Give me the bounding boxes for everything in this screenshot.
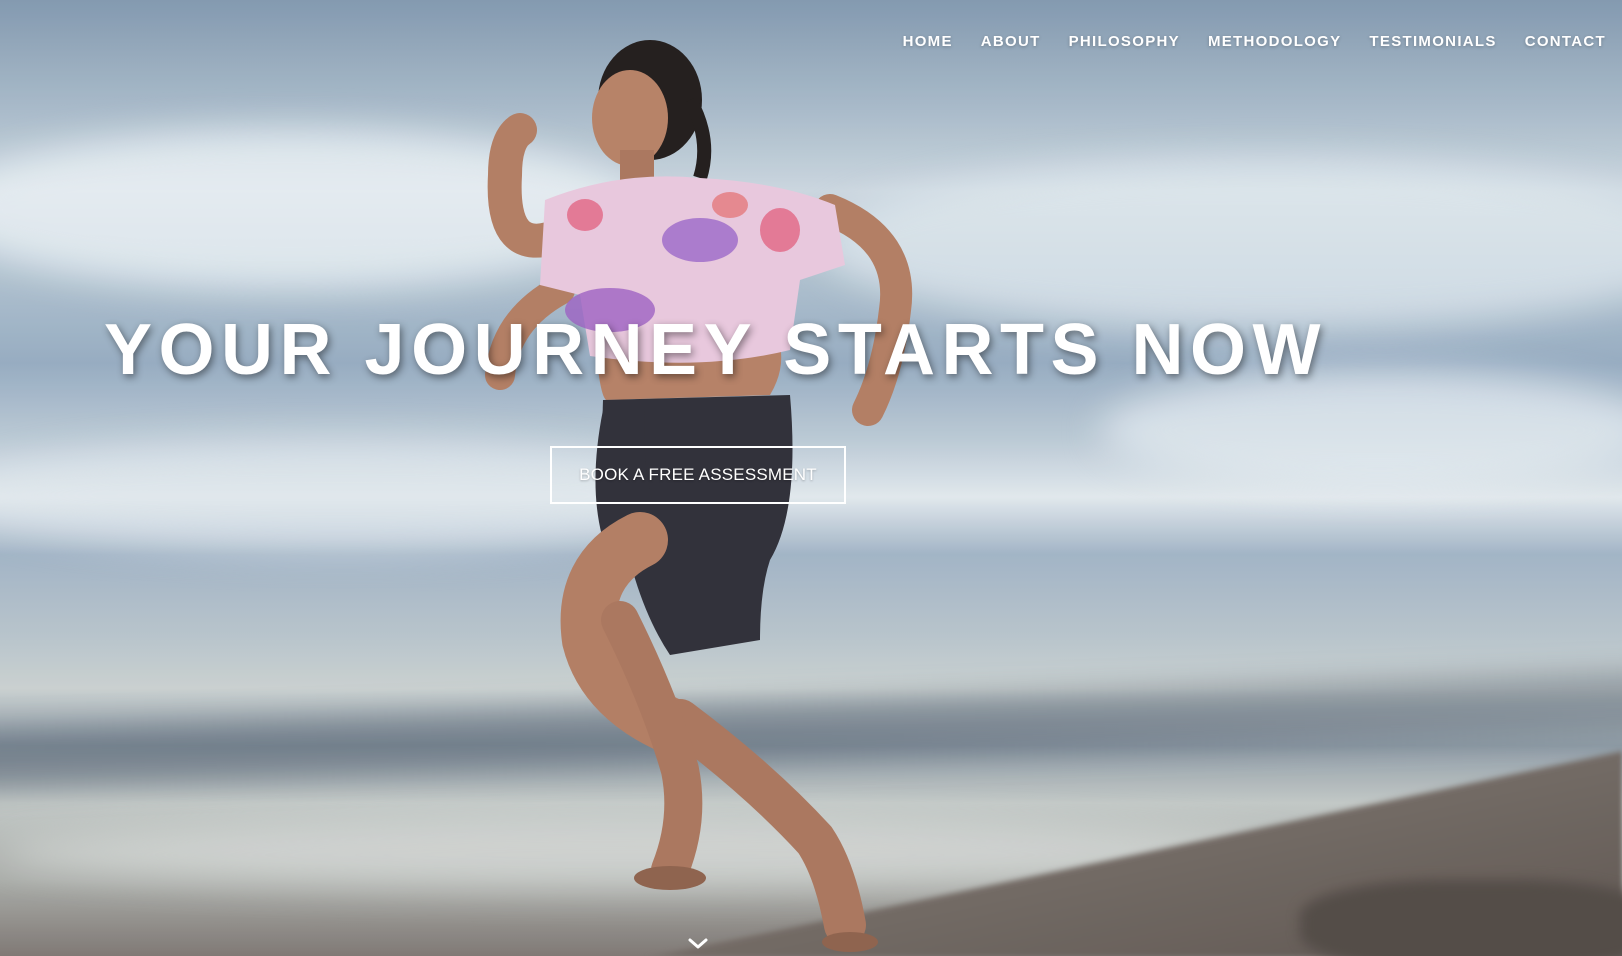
nav-item-testimonials[interactable]: TESTIMONIALS [1355, 32, 1510, 52]
book-assessment-button[interactable]: BOOK A FREE ASSESSMENT [550, 446, 846, 504]
nav-item-methodology[interactable]: METHODOLOGY [1194, 32, 1355, 52]
nav-item-contact[interactable]: CONTACT [1511, 32, 1606, 52]
main-nav: HOME ABOUT PHILOSOPHY METHODOLOGY TESTIM… [889, 32, 1606, 52]
nav-item-about[interactable]: ABOUT [967, 32, 1055, 52]
nav-item-home[interactable]: HOME [889, 32, 967, 52]
hero-section: HOME ABOUT PHILOSOPHY METHODOLOGY TESTIM… [0, 0, 1622, 956]
hero-headline: YOUR JOURNEY STARTS NOW [104, 310, 1327, 390]
nav-item-philosophy[interactable]: PHILOSOPHY [1055, 32, 1194, 52]
chevron-down-icon[interactable] [686, 936, 710, 952]
